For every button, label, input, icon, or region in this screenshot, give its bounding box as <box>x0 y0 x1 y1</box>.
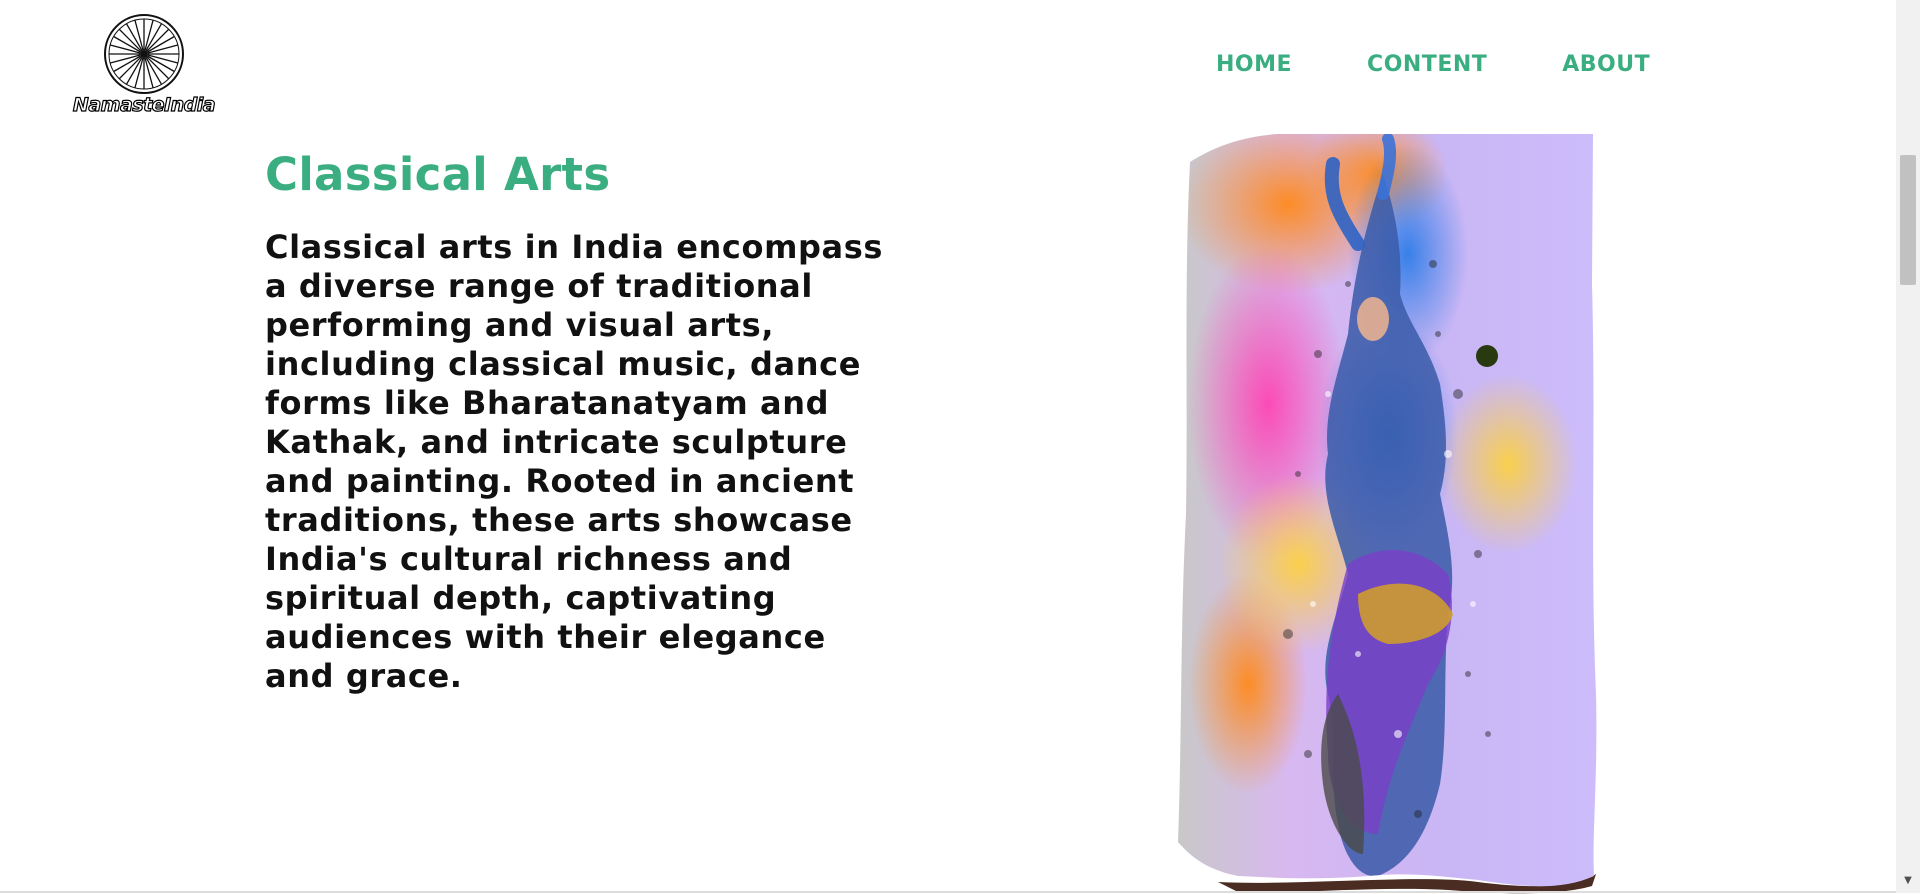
scroll-down-arrow-icon[interactable]: ▼ <box>1896 873 1920 889</box>
vertical-scrollbar[interactable]: ▼ <box>1896 0 1920 893</box>
nav-home-link[interactable]: HOME <box>1216 52 1292 77</box>
page: NamasteIndia HOME CONTENT ABOUT Classica… <box>0 0 1896 894</box>
brand-name: NamasteIndia <box>72 93 216 116</box>
scrollbar-thumb[interactable] <box>1900 155 1916 285</box>
brand-logo[interactable]: NamasteIndia <box>64 10 224 120</box>
dharma-wheel-icon <box>104 14 184 94</box>
cursor-dot <box>1476 345 1498 367</box>
main-nav: HOME CONTENT ABOUT <box>1216 52 1650 77</box>
page-title: Classical Arts <box>265 148 611 201</box>
dancer-artwork <box>1178 134 1597 894</box>
page-description: Classical arts in India encompass a dive… <box>265 228 884 695</box>
nav-content-link[interactable]: CONTENT <box>1367 52 1487 77</box>
nav-about-link[interactable]: ABOUT <box>1562 52 1650 77</box>
